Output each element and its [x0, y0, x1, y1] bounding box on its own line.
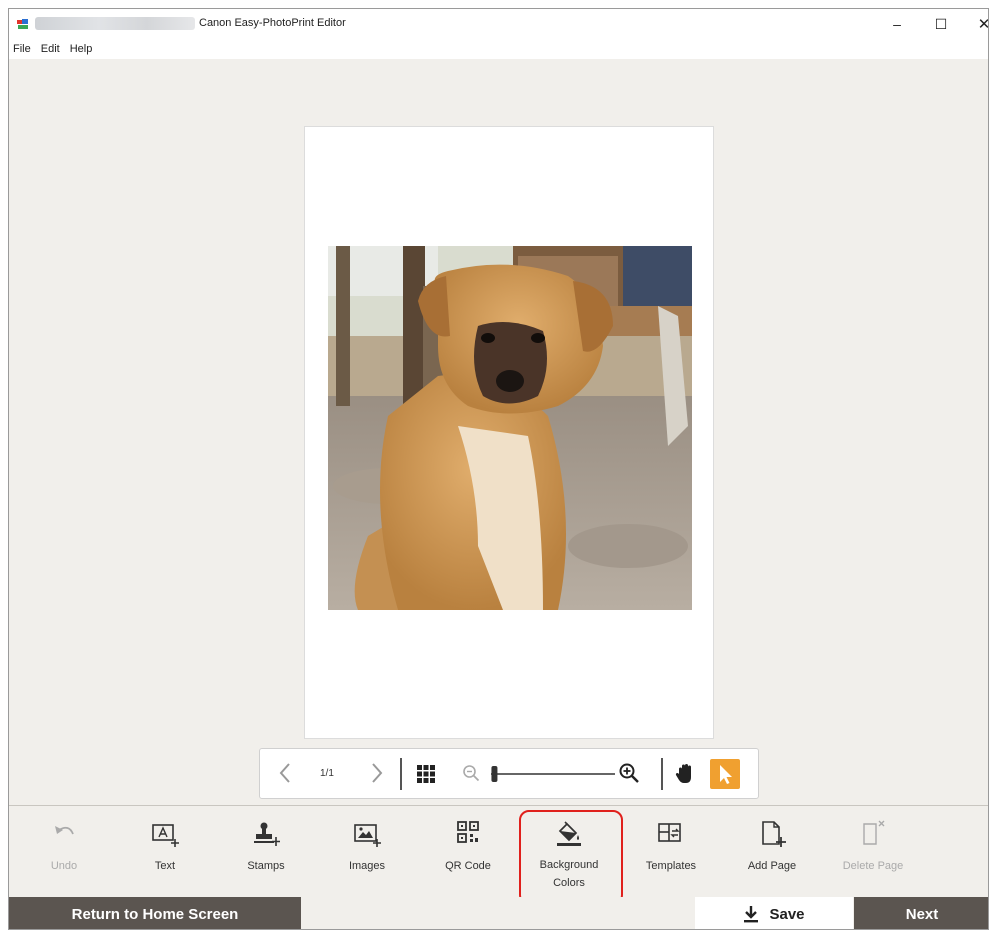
title-bar: Canon Easy-PhotoPrint Editor – ☐ ✕ — [9, 9, 988, 39]
editing-canvas: 1/1 — [9, 59, 988, 805]
hand-pan-icon[interactable] — [674, 762, 696, 786]
print-page[interactable] — [304, 126, 714, 739]
app-logo-icon — [17, 19, 28, 29]
add-page-label: Add Page — [747, 860, 797, 872]
page-navigation-bar: 1/1 — [259, 748, 759, 799]
templates-button[interactable]: Templates — [620, 806, 722, 898]
puppy-photo[interactable] — [328, 246, 692, 610]
menu-bar: File Edit Help — [9, 39, 988, 59]
footer-bar: Return to Home Screen Save Next — [9, 897, 988, 929]
qr-code-label: QR Code — [445, 860, 491, 872]
redacted-filename — [35, 17, 195, 30]
menu-edit[interactable]: Edit — [41, 39, 60, 59]
background-colors-label-line2: Colors — [553, 877, 585, 889]
undo-icon — [55, 826, 74, 835]
background-colors-button[interactable]: Background Colors — [518, 806, 620, 898]
background-colors-label-line1: Background — [539, 859, 599, 871]
text-label: Text — [154, 860, 176, 872]
stamps-label: Stamps — [247, 860, 285, 872]
delete-page-label: Delete Page — [842, 860, 904, 872]
grid-view-icon[interactable] — [416, 764, 436, 784]
save-button[interactable]: Save — [695, 897, 853, 929]
zoom-slider[interactable] — [488, 763, 618, 785]
images-icon — [354, 824, 381, 847]
app-window: Canon Easy-PhotoPrint Editor – ☐ ✕ File … — [8, 8, 989, 930]
text-icon — [152, 824, 179, 847]
paint-bucket-icon — [557, 821, 581, 846]
zoom-out-icon[interactable] — [462, 764, 480, 782]
divider — [400, 758, 402, 790]
chevron-left-icon[interactable] — [276, 761, 296, 785]
images-label: Images — [348, 860, 386, 872]
divider — [661, 758, 663, 790]
delete-page-icon — [863, 820, 885, 845]
images-button[interactable]: Images — [316, 806, 418, 898]
next-button[interactable]: Next — [854, 897, 988, 929]
qr-code-button[interactable]: QR Code — [417, 806, 519, 898]
add-page-icon — [762, 821, 786, 847]
editing-toolbar: Undo Text Stamps Images QR Code Backgrou… — [9, 805, 988, 897]
maximize-button[interactable]: ☐ — [926, 12, 956, 36]
qr-code-icon — [457, 821, 479, 843]
window-title: Canon Easy-PhotoPrint Editor — [199, 17, 346, 29]
return-home-button[interactable]: Return to Home Screen — [9, 897, 301, 929]
stamps-button[interactable]: Stamps — [215, 806, 317, 898]
menu-help[interactable]: Help — [70, 39, 93, 59]
background-colors-label: Background Colors — [518, 856, 620, 892]
templates-icon — [658, 823, 681, 842]
select-tool-button[interactable] — [710, 759, 740, 789]
download-icon — [744, 906, 759, 923]
add-page-button[interactable]: Add Page — [721, 806, 823, 898]
templates-label: Templates — [645, 860, 697, 872]
stamp-icon — [254, 822, 280, 846]
delete-page-button[interactable]: Delete Page — [822, 806, 924, 898]
text-button[interactable]: Text — [114, 806, 216, 898]
zoom-in-icon[interactable] — [618, 762, 640, 784]
minimize-button[interactable]: – — [882, 12, 912, 36]
close-button[interactable]: ✕ — [969, 12, 988, 36]
undo-button[interactable]: Undo — [13, 806, 115, 898]
undo-label: Undo — [50, 860, 78, 872]
save-label: Save — [769, 905, 805, 923]
zoom-slider-thumb[interactable] — [491, 766, 498, 782]
chevron-right-icon[interactable] — [366, 761, 386, 785]
pointer-arrow-icon — [720, 765, 732, 784]
menu-file[interactable]: File — [13, 39, 31, 59]
page-indicator: 1/1 — [320, 768, 334, 779]
